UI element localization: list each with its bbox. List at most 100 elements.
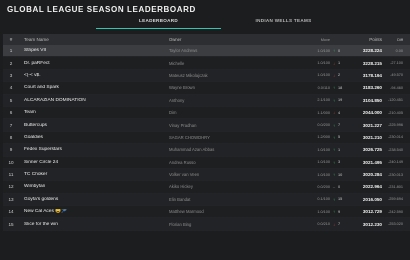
points-cell: 3021.495 bbox=[362, 159, 382, 165]
points-cell: 3104.850 bbox=[362, 97, 382, 103]
table-row[interactable]: 11 TC Choker Volker van Veen 1.0/100 ↑ 10 3020… bbox=[3, 168, 410, 182]
rank-cell: 14 bbox=[8, 209, 14, 215]
move-cell: 1.0/100 bbox=[317, 73, 330, 78]
col-owner-header[interactable]: Owner bbox=[169, 37, 306, 42]
team-name-cell[interactable]: Dr. paRFect bbox=[19, 61, 169, 66]
rank-change-cell: 0 bbox=[338, 184, 341, 189]
rank-change-cell: 5 bbox=[338, 135, 341, 140]
table-row[interactable]: 9 Fedex Superstars Muhammad Azan Abbas 1.0/… bbox=[3, 144, 410, 157]
col-team-header[interactable]: Team Name bbox=[19, 37, 169, 42]
table-row[interactable]: 13 Goyfa's goldens Elin Bandat 0.1/100 ↑ 15 20… bbox=[3, 193, 410, 207]
trend-up-arrow-icon: ↑ bbox=[333, 196, 335, 202]
rank-change-cell: 0 bbox=[338, 48, 341, 53]
trend-down-arrow-icon: ↓ bbox=[333, 221, 335, 227]
owner-cell: Muhammad Azan Abbas bbox=[169, 147, 215, 153]
team-name-cell[interactable]: Buttercups bbox=[19, 123, 169, 128]
trend-up-arrow-icon: ↑ bbox=[333, 122, 335, 128]
team-name-cell[interactable]: Wimbyfan bbox=[19, 184, 169, 189]
points-cell: 3012.230 bbox=[362, 221, 382, 227]
table-row[interactable]: 15 Slice for the win Florian Bing 0.0/210 ↓ 7… bbox=[3, 218, 410, 231]
trend-up-arrow-icon: ↑ bbox=[333, 134, 335, 140]
diff-cell: -231.801 bbox=[388, 184, 403, 189]
col-diff-header[interactable]: Diff bbox=[382, 37, 406, 42]
rank-cell: 10 bbox=[8, 159, 14, 165]
team-name-cell[interactable]: Court and Spark bbox=[19, 85, 169, 90]
move-cell: 2.1/100 bbox=[317, 98, 330, 103]
diff-cell: -27.100 bbox=[390, 61, 403, 66]
rank-cell: 6 bbox=[9, 110, 13, 116]
move-cell: 1.0/100 bbox=[317, 147, 330, 152]
diff-cell: -225.996 bbox=[388, 123, 403, 128]
table-row[interactable]: 14 New Cal Aces 😄🎾 Matthew Marmood 1.0/100 ↑… bbox=[3, 206, 410, 219]
leaderboard-table: # Team Name Owner Move Points Diff 1 Stri… bbox=[3, 34, 410, 231]
col-move-header[interactable]: Move bbox=[306, 38, 330, 42]
rank-change-cell: 1 bbox=[338, 61, 341, 66]
team-name-cell[interactable]: New Cal Aces 😄🎾 bbox=[19, 209, 169, 214]
points-cell: 2044.000 bbox=[362, 110, 382, 116]
diff-cell: -238.540 bbox=[388, 147, 403, 152]
points-cell: 3026.725 bbox=[362, 147, 382, 153]
table-row[interactable]: 1 Stripes VII Taylor Andrews 1.0/100 ↑ 0 3228.… bbox=[3, 45, 410, 58]
table-row[interactable]: 10 Sinner Circle 24 Andrea Russo 1.0/100 ↑ 3 3… bbox=[3, 156, 410, 169]
diff-cell: -240.149 bbox=[388, 160, 403, 165]
table-row[interactable]: 12 Wimbyfan Akiko Hickey 0.0/200–0 2022.964 -… bbox=[3, 181, 410, 194]
table-row[interactable]: 7 Buttercups Vinay Pradhan 0.0/200 ↑ 7 3021.22… bbox=[3, 119, 410, 132]
points-cell: 3012.729 bbox=[362, 209, 382, 215]
move-cell: 1.1/000 bbox=[317, 110, 330, 115]
rank-change-cell: 3 bbox=[338, 160, 341, 165]
table-row[interactable]: 8 Goaldies SAGAR CHOWDHRY 1.2/000 ↑ 5 3021.210… bbox=[3, 131, 410, 145]
owner-cell: Michelle bbox=[169, 60, 185, 66]
move-cell: 0.0/200 bbox=[317, 123, 330, 128]
trend-up-arrow-icon: ↑ bbox=[333, 48, 335, 54]
rank-cell: 1 bbox=[9, 48, 13, 54]
team-name-cell[interactable]: Slice for the win bbox=[19, 222, 169, 227]
rank-change-cell: 7 bbox=[338, 222, 341, 227]
table-row[interactable]: 6 Team Dim 1.1/000 ↓ 4 2044.000 -210.405 bbox=[3, 106, 410, 120]
col-points-header[interactable]: Points bbox=[350, 37, 382, 42]
owner-cell: Wayne Brown bbox=[169, 85, 195, 91]
table-row[interactable]: 3 <(-< v$. Mateusz Mikolajczak 1.0/100 ↓ 2 317… bbox=[3, 69, 410, 83]
trend-up-arrow-icon: ↑ bbox=[333, 209, 335, 215]
team-name-cell[interactable]: Fedex Superstars bbox=[19, 147, 169, 152]
tab-leaderboard[interactable]: LEADERBOARD bbox=[96, 15, 221, 29]
table-row[interactable]: 5 ALCARAZIAN DOMINATION Anthony 2.1/100 ↑ 19 3… bbox=[3, 94, 410, 107]
trend-up-arrow-icon: ↑ bbox=[333, 159, 335, 165]
diff-cell: -210.405 bbox=[388, 110, 403, 115]
table-body: 1 Stripes VII Taylor Andrews 1.0/100 ↑ 0 3228.… bbox=[3, 45, 410, 231]
table-row[interactable]: 4 Court and Spark Wayne Brown 0.0/110 ↑ 18 318… bbox=[3, 82, 410, 95]
points-cell: 3021.227 bbox=[362, 122, 382, 128]
table-header: # Team Name Owner Move Points Diff bbox=[3, 34, 410, 45]
rank-cell: 8 bbox=[9, 134, 13, 140]
tab-indian-wells-teams[interactable]: INDIAN WELLS TEAMS bbox=[221, 15, 346, 29]
points-cell: 3020.284 bbox=[362, 172, 382, 178]
team-name-cell[interactable]: TC Choker bbox=[19, 172, 169, 177]
team-name-cell[interactable]: Sinner Circle 24 bbox=[19, 160, 169, 165]
rank-cell: 7 bbox=[9, 122, 13, 128]
team-name-cell[interactable]: ALCARAZIAN DOMINATION bbox=[19, 98, 169, 103]
rank-change-cell: 15 bbox=[338, 197, 343, 202]
rank-change-cell: 2 bbox=[338, 73, 341, 78]
trend-up-arrow-icon: ↑ bbox=[333, 85, 335, 91]
move-cell: 0.1/100 bbox=[317, 197, 330, 202]
tab-bar: LEADERBOARD INDIAN WELLS TEAMS bbox=[96, 15, 346, 29]
rank-cell: 11 bbox=[8, 172, 14, 178]
rank-cell: 15 bbox=[8, 221, 14, 227]
table-row[interactable]: 2 Dr. paRFect Michelle 1.0/100 ↓ 1 3228.215 -27… bbox=[3, 57, 410, 70]
owner-cell: Vinay Pradhan bbox=[169, 122, 197, 128]
team-name-cell[interactable]: Team bbox=[19, 110, 169, 115]
owner-cell: Akiko Hickey bbox=[169, 184, 193, 190]
team-name-cell[interactable]: Stripes VII bbox=[19, 48, 169, 53]
owner-cell: Dim bbox=[169, 110, 177, 116]
team-name-cell[interactable]: Goyfa's goldens bbox=[19, 197, 169, 202]
points-cell: 3228.224 bbox=[362, 48, 382, 54]
team-name-cell[interactable]: <(-< v$. bbox=[19, 73, 169, 78]
col-rank-header[interactable]: # bbox=[3, 37, 19, 42]
team-name-cell[interactable]: Goaldies bbox=[19, 135, 169, 140]
rank-change-cell: 4 bbox=[338, 110, 341, 115]
diff-cell: -120.451 bbox=[388, 98, 403, 103]
rank-cell: 2 bbox=[9, 60, 13, 66]
page-title: GLOBAL LEAGUE SEASON LEADERBOARD bbox=[7, 5, 196, 14]
rank-change-cell: 19 bbox=[338, 98, 343, 103]
diff-cell: 0.00 bbox=[395, 48, 403, 53]
move-cell: 0.0/110 bbox=[317, 85, 330, 90]
